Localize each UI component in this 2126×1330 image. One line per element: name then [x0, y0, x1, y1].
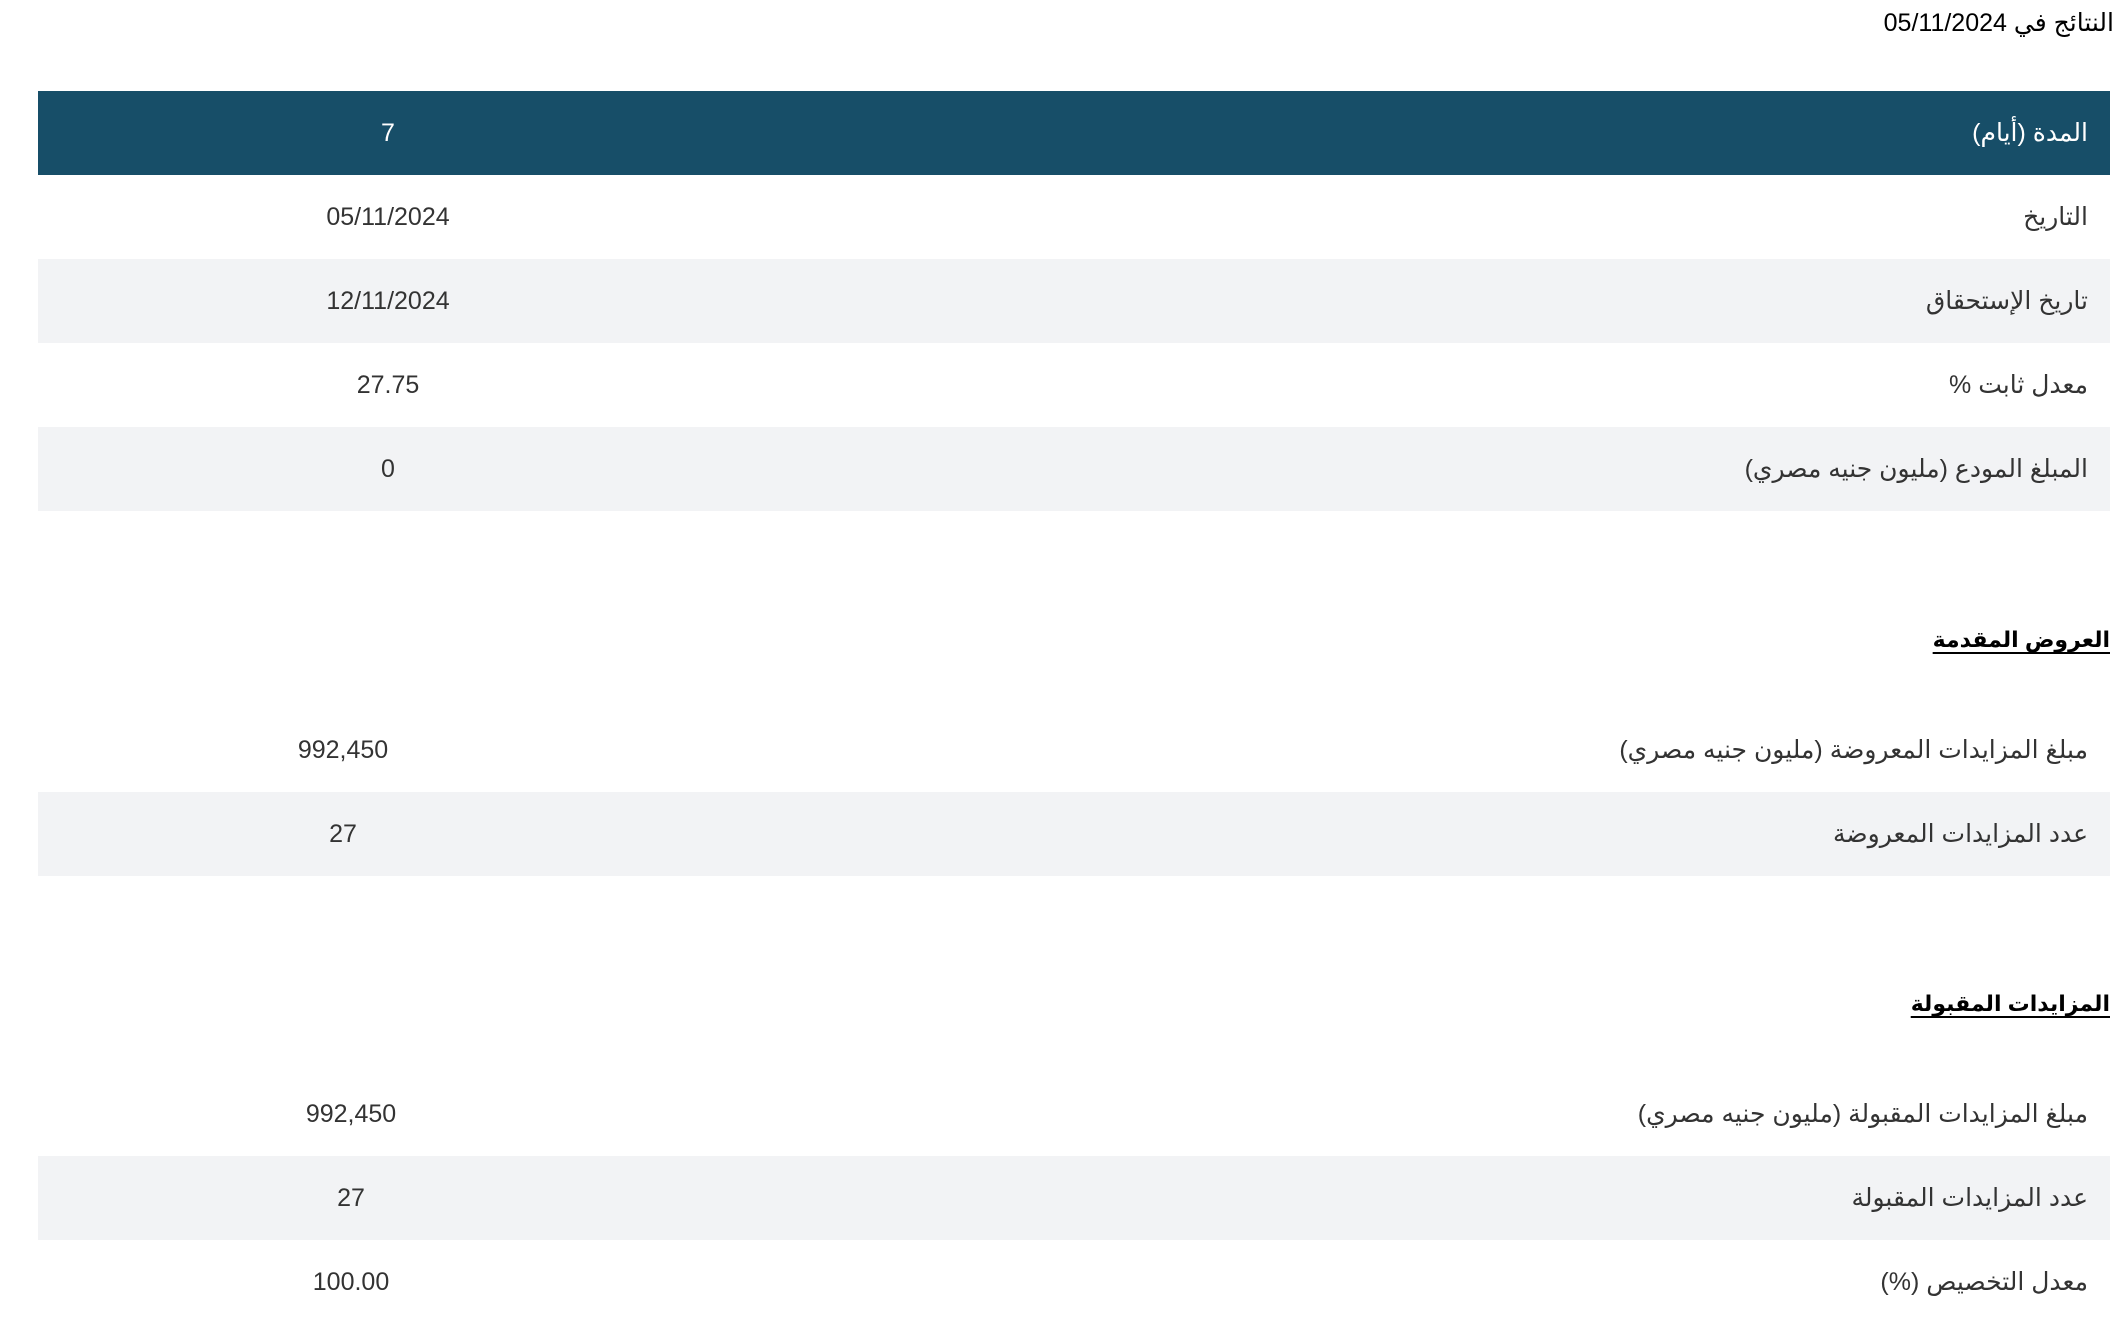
- date-label: التاريخ: [2023, 203, 2088, 231]
- offered-bids-heading: العروض المقدمة: [1932, 627, 2110, 652]
- accepted-amount-value: 992,450: [305, 1099, 397, 1128]
- auction-results-page: النتائج في 05/11/2024 المدة (أيام) 7 الت…: [0, 0, 2126, 1330]
- accepted-bids-heading: المزايدات المقبولة: [1910, 991, 2110, 1016]
- offered-amount-label: مبلغ المزايدات المعروضة (مليون جنيه مصري…: [1619, 736, 2088, 764]
- table-row: معدل ثابت % 27.75: [38, 343, 2110, 427]
- table-row: مبلغ المزايدات المعروضة (مليون جنيه مصري…: [38, 708, 2110, 792]
- table-row: مبلغ المزايدات المقبولة (مليون جنيه مصري…: [38, 1072, 2110, 1156]
- accepted-count-value: 27: [38, 1156, 664, 1240]
- table-row: عدد المزايدات المعروضة 27: [38, 792, 2110, 876]
- offered-count-label: عدد المزايدات المعروضة: [648, 792, 2110, 876]
- results-date-prefix: النتائج في: [2013, 9, 2114, 37]
- maturity-date-label: تاريخ الإستحقاق: [738, 259, 2110, 343]
- table-row: التاريخ 05/11/2024: [38, 175, 2110, 259]
- date-value: 05/11/2024: [326, 202, 450, 231]
- accepted-count-label: عدد المزايدات المقبولة: [664, 1156, 2110, 1240]
- table-row: عدد المزايدات المقبولة 27: [38, 1156, 2110, 1240]
- duration-days-value: 7: [38, 91, 738, 175]
- fixed-rate-value: 27.75: [356, 370, 420, 399]
- offered-bids-table: مبلغ المزايدات المعروضة (مليون جنيه مصري…: [38, 708, 2110, 876]
- fixed-rate-label: معدل ثابت %: [1949, 371, 2088, 399]
- deposited-amount-value: 0: [38, 427, 738, 511]
- accepted-amount-label: مبلغ المزايدات المقبولة (مليون جنيه مصري…: [1637, 1100, 2088, 1128]
- table-row: معدل التخصيص (%) 100.00: [38, 1240, 2110, 1324]
- deposited-amount-label: المبلغ المودع (مليون جنيه مصري): [738, 427, 2110, 511]
- offered-count-value: 27: [38, 792, 648, 876]
- table-header-row: المدة (أيام) 7: [38, 91, 2110, 175]
- duration-days-label: المدة (أيام): [738, 91, 2110, 175]
- auction-details-table: المدة (أيام) 7 التاريخ 05/11/2024 تاريخ …: [38, 91, 2110, 511]
- results-date-heading: النتائج في 05/11/2024: [1884, 8, 2114, 38]
- table-row: تاريخ الإستحقاق 12/11/2024: [38, 259, 2110, 343]
- offered-amount-value: 992,450: [297, 735, 389, 764]
- accepted-bids-table: مبلغ المزايدات المقبولة (مليون جنيه مصري…: [38, 1072, 2110, 1324]
- results-date-value: 05/11/2024: [1883, 9, 2007, 37]
- allotment-rate-label: معدل التخصيص (%): [1880, 1268, 2088, 1296]
- maturity-date-value: 12/11/2024: [38, 259, 738, 343]
- table-row: المبلغ المودع (مليون جنيه مصري) 0: [38, 427, 2110, 511]
- allotment-rate-value: 100.00: [312, 1267, 390, 1296]
